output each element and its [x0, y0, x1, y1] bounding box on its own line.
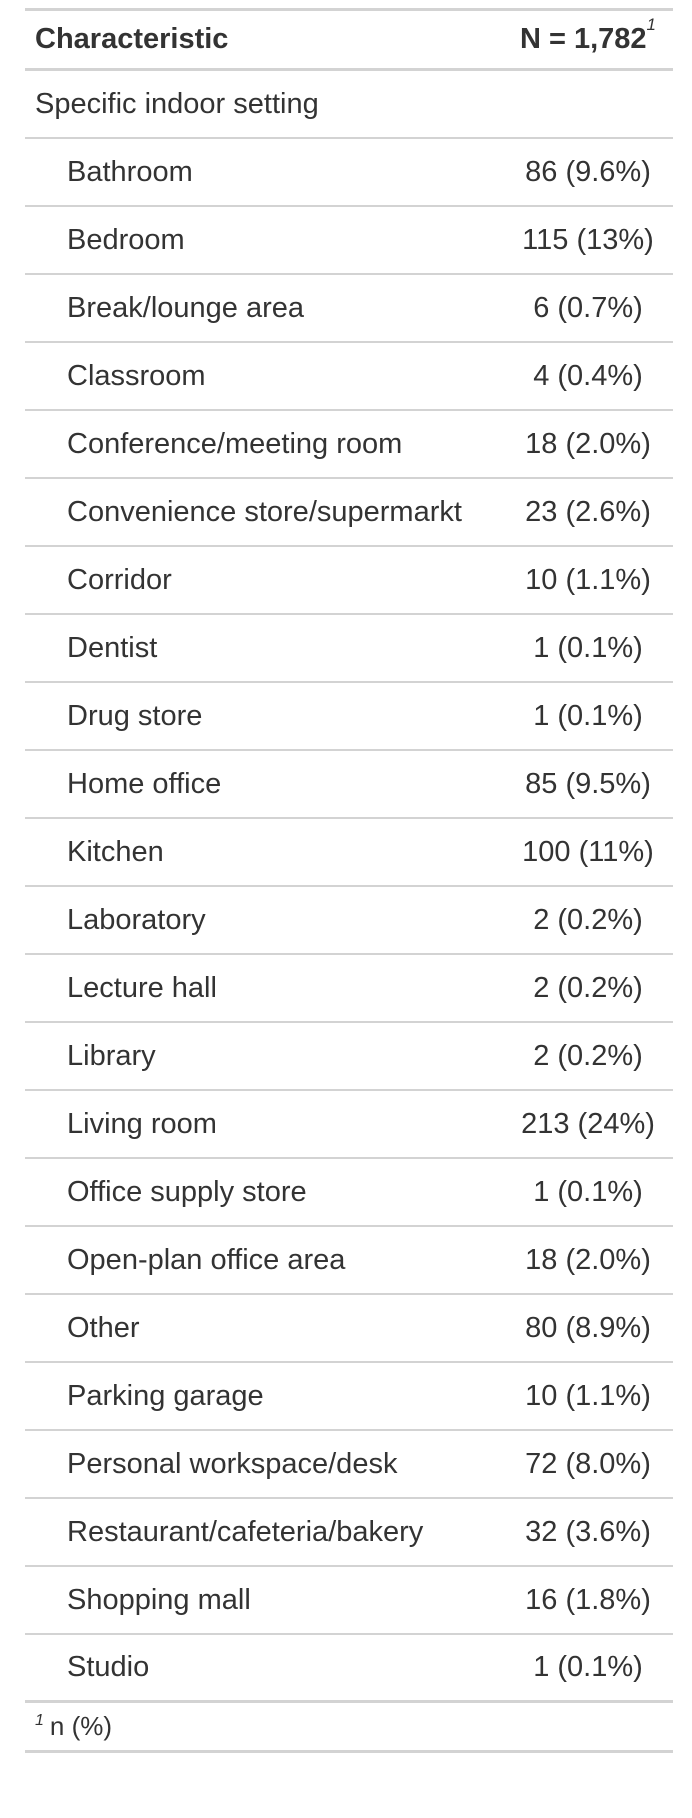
- table-row: Convenience store/supermarkt 23 (2.6%): [25, 479, 673, 547]
- row-value: 18 (2.0%): [525, 1243, 651, 1276]
- row-label: Laboratory: [67, 903, 206, 936]
- row-label: Conference/meeting room: [67, 427, 403, 460]
- row-value: 100 (11%): [522, 835, 654, 868]
- table-row: Open-plan office area 18 (2.0%): [25, 1227, 673, 1295]
- group-label-row: Specific indoor setting: [25, 71, 673, 139]
- row-label: Kitchen: [67, 835, 164, 868]
- row-value: 4 (0.4%): [533, 359, 643, 392]
- table-row: Restaurant/cafeteria/bakery 32 (3.6%): [25, 1499, 673, 1567]
- row-value: 72 (8.0%): [525, 1447, 651, 1480]
- footnote-marker: 1: [35, 1711, 44, 1729]
- row-label: Personal workspace/desk: [67, 1447, 398, 1480]
- row-label: Corridor: [67, 563, 172, 596]
- row-value: 10 (1.1%): [525, 1379, 651, 1412]
- row-value: 2 (0.2%): [533, 903, 643, 936]
- row-label: Home office: [67, 767, 222, 800]
- table-row: Break/lounge area 6 (0.7%): [25, 275, 673, 343]
- table-row: Laboratory 2 (0.2%): [25, 887, 673, 955]
- row-value: 1 (0.1%): [533, 631, 643, 664]
- row-value: 115 (13%): [522, 223, 654, 256]
- row-label: Open-plan office area: [67, 1243, 346, 1276]
- row-label: Drug store: [67, 699, 203, 732]
- table-row: Library 2 (0.2%): [25, 1023, 673, 1091]
- row-label: Dentist: [67, 631, 158, 664]
- row-label: Studio: [67, 1651, 150, 1683]
- row-value: 10 (1.1%): [525, 563, 651, 596]
- row-label: Shopping mall: [67, 1583, 251, 1616]
- group-label: Specific indoor setting: [35, 87, 319, 120]
- row-value: 2 (0.2%): [533, 1039, 643, 1072]
- table-row: Shopping mall 16 (1.8%): [25, 1567, 673, 1635]
- row-value: 1 (0.1%): [533, 699, 643, 732]
- table-row: Personal workspace/desk 72 (8.0%): [25, 1431, 673, 1499]
- row-label: Office supply store: [67, 1175, 307, 1208]
- row-label: Parking garage: [67, 1379, 264, 1412]
- row-value: 16 (1.8%): [525, 1583, 651, 1616]
- row-value: 86 (9.6%): [525, 155, 651, 188]
- table-row: Bedroom 115 (13%): [25, 207, 673, 275]
- row-value: 85 (9.5%): [525, 767, 651, 800]
- table-row: Kitchen 100 (11%): [25, 819, 673, 887]
- header-footnote-marker: 1: [646, 15, 657, 34]
- header-characteristic: Characteristic: [35, 23, 229, 55]
- row-label: Break/lounge area: [67, 291, 304, 324]
- row-value: 6 (0.7%): [533, 291, 643, 324]
- table-row: Bathroom 86 (9.6%): [25, 139, 673, 207]
- table-row: Lecture hall 2 (0.2%): [25, 955, 673, 1023]
- row-value: 80 (8.9%): [525, 1311, 651, 1344]
- table-row: Dentist 1 (0.1%): [25, 615, 673, 683]
- table-row: Drug store 1 (0.1%): [25, 683, 673, 751]
- table-row: Parking garage 10 (1.1%): [25, 1363, 673, 1431]
- table-body: Bathroom 86 (9.6%) Bedroom 115 (13%) Break/l…: [25, 139, 673, 1703]
- row-value: 1 (0.1%): [533, 1175, 643, 1208]
- row-label: Lecture hall: [67, 971, 217, 1004]
- table-row: Living room 213 (24%): [25, 1091, 673, 1159]
- table-row: Other 80 (8.9%): [25, 1295, 673, 1363]
- table-row: Office supply store 1 (0.1%): [25, 1159, 673, 1227]
- row-label: Restaurant/cafeteria/bakery: [67, 1515, 424, 1548]
- row-value: 2 (0.2%): [533, 971, 643, 1004]
- row-label: Library: [67, 1039, 156, 1072]
- row-value: 18 (2.0%): [525, 427, 651, 460]
- table-row: Conference/meeting room 18 (2.0%): [25, 411, 673, 479]
- row-label: Bedroom: [67, 223, 185, 256]
- footnote-text: n (%): [49, 1711, 113, 1741]
- table-row: Classroom 4 (0.4%): [25, 343, 673, 411]
- header-n-label: N = 1,782: [519, 23, 647, 55]
- table-header-row: Characteristic N = 1,7821: [25, 11, 673, 71]
- table-row: Studio 1 (0.1%): [25, 1635, 673, 1703]
- row-value: 213 (24%): [521, 1107, 655, 1140]
- row-value: 1 (0.1%): [533, 1651, 643, 1683]
- row-label: Living room: [67, 1107, 217, 1140]
- row-label: Bathroom: [67, 155, 193, 188]
- row-value: 23 (2.6%): [525, 495, 651, 528]
- summary-table: Characteristic N = 1,7821 Specific indoo…: [25, 8, 673, 1753]
- header-n: N = 1,7821: [503, 15, 673, 56]
- table-footnote: 1 n (%): [25, 1703, 673, 1753]
- row-label: Convenience store/supermarkt: [67, 495, 462, 528]
- row-label: Classroom: [67, 359, 206, 392]
- table-row: Corridor 10 (1.1%): [25, 547, 673, 615]
- row-value: 32 (3.6%): [525, 1515, 651, 1548]
- table-row: Home office 85 (9.5%): [25, 751, 673, 819]
- row-label: Other: [67, 1311, 140, 1344]
